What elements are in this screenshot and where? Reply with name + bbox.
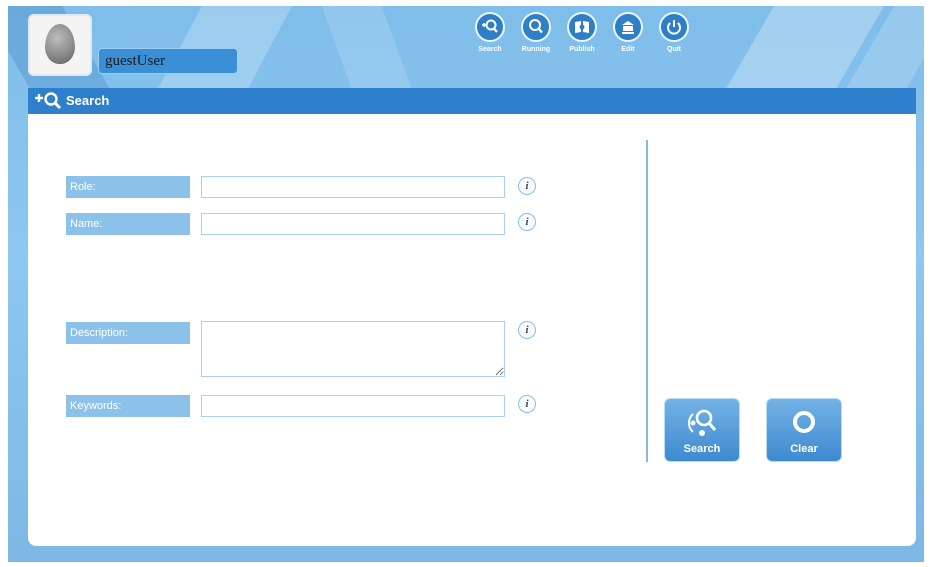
role-info-icon[interactable]: i (518, 177, 536, 195)
role-label: Role: (66, 176, 190, 198)
description-info-icon[interactable]: i (518, 321, 536, 339)
nav-running-button[interactable]: Running (516, 12, 556, 53)
name-label: Name: (66, 213, 190, 235)
search-add-icon (34, 91, 62, 116)
clear-button[interactable]: Clear (766, 398, 842, 462)
edit-icon (613, 12, 643, 42)
search-button[interactable]: Search (664, 398, 740, 462)
clear-icon (793, 411, 815, 433)
nav-label: Quit (667, 46, 681, 53)
section-title-bar: Search (28, 88, 916, 114)
username-display: guestUser (98, 48, 238, 74)
name-info-icon[interactable]: i (518, 213, 536, 231)
page-title: Search (66, 93, 110, 108)
role-input[interactable] (201, 176, 505, 198)
nav-quit-button[interactable]: Quit (654, 12, 694, 53)
name-input[interactable] (201, 213, 505, 235)
keywords-info-icon[interactable]: i (518, 395, 536, 413)
background-ray (321, 6, 415, 96)
nav-label: Edit (621, 46, 635, 53)
search-panel: Role: i Name: i Description: i Keywords:… (28, 114, 916, 546)
nav-label: Publish (569, 46, 595, 53)
nav-label: Search (478, 46, 502, 53)
nav-publish-button[interactable]: Publish (562, 12, 602, 53)
publish-icon (567, 12, 597, 42)
vertical-divider (646, 140, 648, 462)
nav-search-button[interactable]: Search (470, 12, 510, 53)
avatar-egg-icon (45, 24, 75, 64)
search-button-label: Search (683, 443, 721, 455)
keywords-label: Keywords: (66, 395, 190, 417)
nav-label: Running (521, 46, 551, 53)
keywords-input[interactable] (201, 395, 505, 417)
clear-button-label: Clear (790, 443, 818, 455)
description-label: Description: (66, 322, 190, 344)
search-target-icon (687, 409, 717, 436)
search-icon (475, 12, 505, 42)
description-textarea[interactable] (201, 321, 505, 377)
running-icon (521, 12, 551, 42)
nav-edit-button[interactable]: Edit (608, 12, 648, 53)
app-frame: guestUser Search Running Publish Edit Qu… (0, 0, 930, 567)
power-icon (659, 12, 689, 42)
avatar (28, 14, 92, 76)
